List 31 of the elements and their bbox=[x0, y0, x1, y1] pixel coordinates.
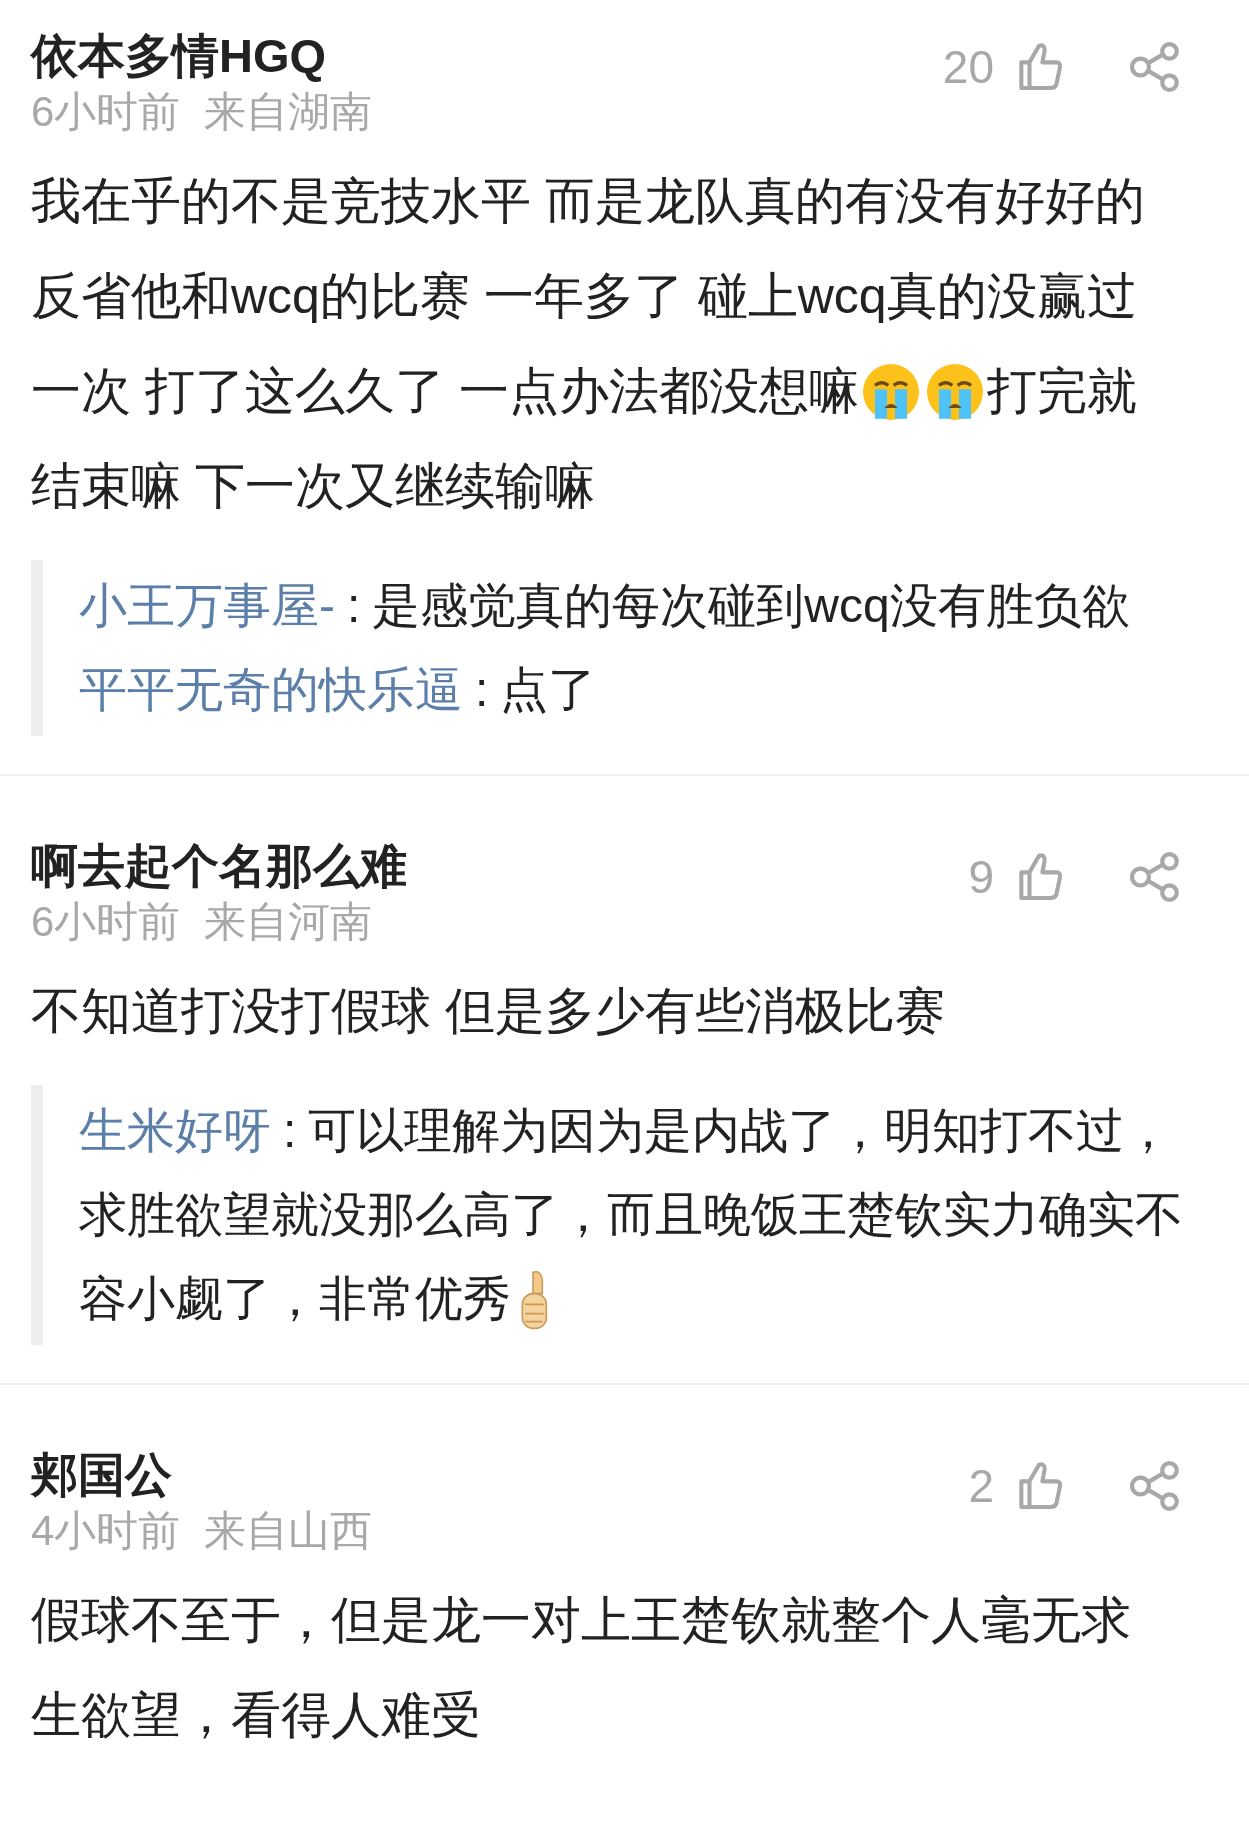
comment-text: 假球不至于，但是龙一对上王楚钦就整个人毫无求 bbox=[31, 1591, 1131, 1650]
comment-text: 容小觑了，非常优秀 bbox=[79, 1271, 511, 1327]
post-time: 6小时前 bbox=[31, 87, 181, 137]
location-text: 来自湖南 bbox=[204, 87, 373, 137]
post-time: 4小时前 bbox=[31, 1506, 181, 1556]
username[interactable]: 依本多情HGQ bbox=[31, 28, 373, 84]
comment-text: 反省他和wcq的比赛 一年多了 碰上wcq真的没赢过 bbox=[31, 267, 1137, 326]
comment-text: 我在乎的不是竞技水平 而是龙队真的有没有好好的 bbox=[31, 172, 1145, 231]
comment-text: 结束嘛 下一次又继续输嘛 bbox=[31, 457, 595, 516]
comment-text: 打完就 bbox=[986, 362, 1137, 421]
like-button[interactable]: 20 bbox=[942, 39, 1068, 95]
comment-text: 不知道打没打假球 但是多少有些消极比赛 bbox=[31, 982, 945, 1041]
separator-text: : bbox=[475, 662, 489, 718]
location-text: 来自河南 bbox=[204, 897, 373, 947]
comment-text: 是感觉真的每次碰到wcq没有胜负欲 bbox=[372, 578, 1130, 634]
location-text: 来自山西 bbox=[204, 1506, 373, 1556]
comment-text: 生欲望，看得人难受 bbox=[31, 1686, 481, 1745]
comment-text: 一次 打了这么久了 一点办法都没想嘛 bbox=[31, 362, 859, 421]
like-button[interactable]: 9 bbox=[968, 849, 1068, 905]
comment-text: 可以理解为因为是内战了，明知打不过， bbox=[308, 1103, 1173, 1159]
like-button[interactable]: 2 bbox=[968, 1458, 1068, 1514]
reply-username[interactable]: 生米好呀 bbox=[79, 1095, 271, 1167]
reply-username[interactable]: 平平无奇的快乐逼 bbox=[79, 654, 463, 726]
reply-username[interactable]: 小王万事屋- bbox=[79, 570, 335, 642]
separator-text: : bbox=[347, 578, 361, 634]
username[interactable]: 郏国公 bbox=[31, 1447, 373, 1503]
username[interactable]: 啊去起个名那么难 bbox=[31, 838, 407, 894]
post-time: 6小时前 bbox=[31, 897, 181, 947]
separator-text: : bbox=[283, 1103, 297, 1159]
comment-text: 求胜欲望就没那么高了，而且晚饭王楚钦实力确实不 bbox=[79, 1187, 1183, 1243]
comment-text: 点了 bbox=[500, 662, 597, 718]
